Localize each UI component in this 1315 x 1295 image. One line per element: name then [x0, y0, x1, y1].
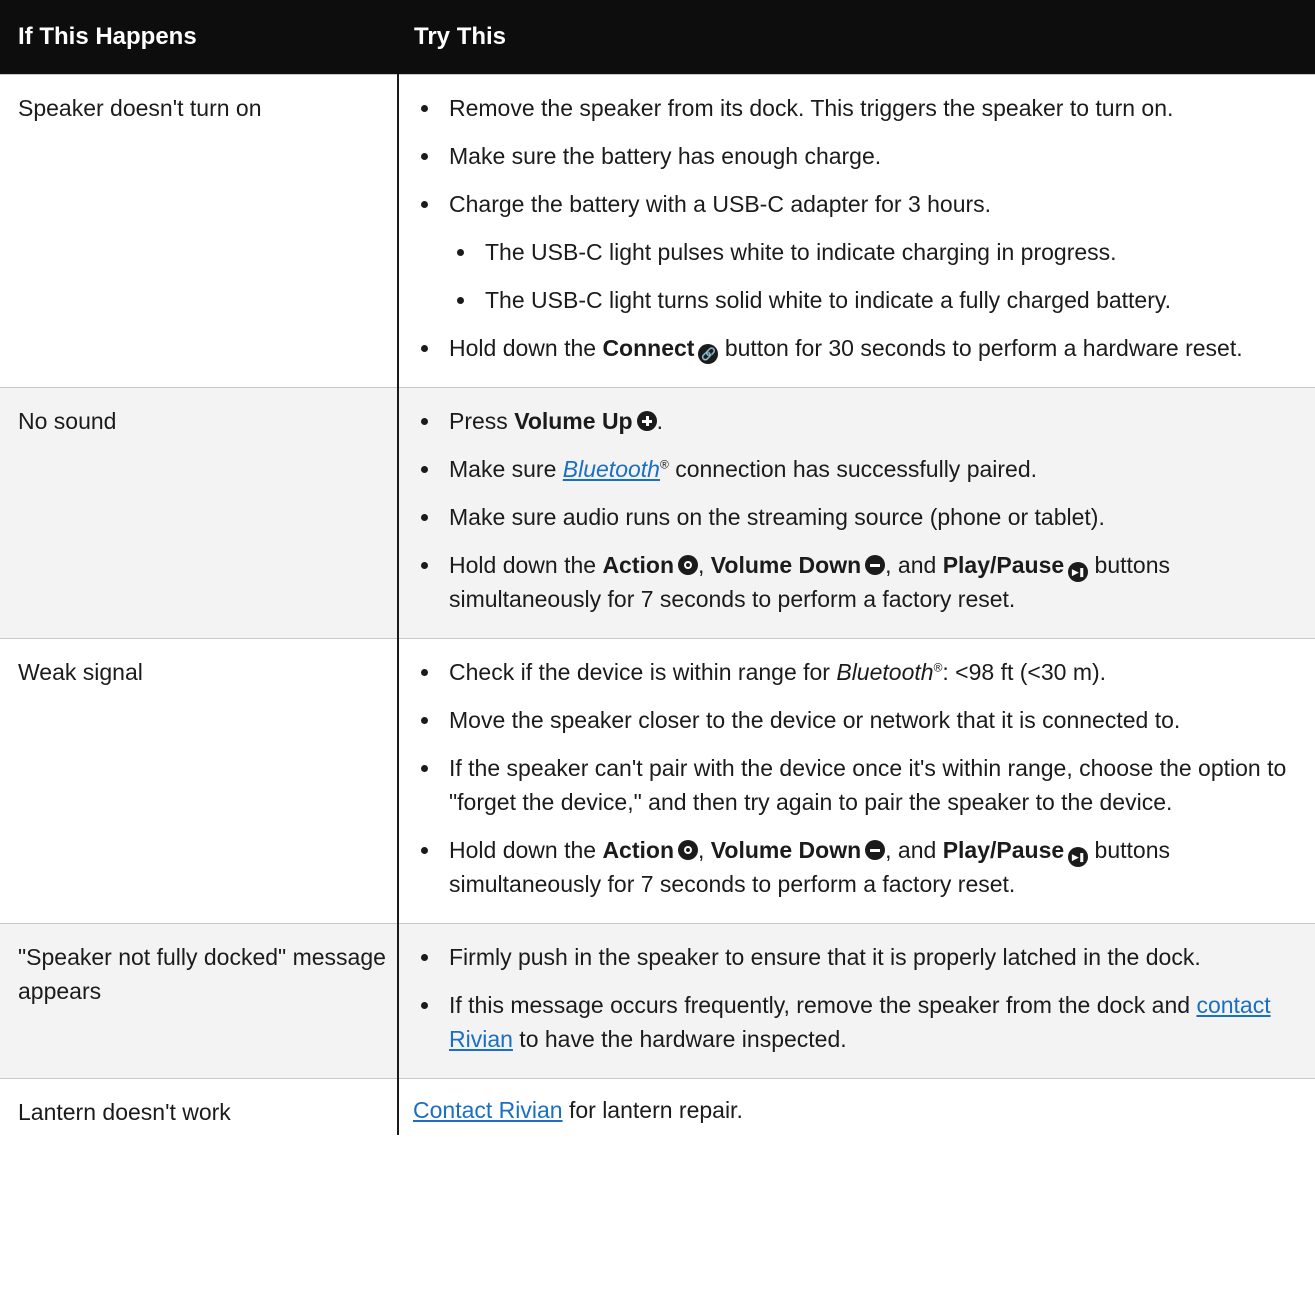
troubleshooting-table: If This Happens Try This Speaker doesn't… — [0, 0, 1315, 1135]
list-item: Make sure Bluetooth® connection has succ… — [413, 452, 1307, 486]
solution-list: Press Volume Up. Make sure Bluetooth® co… — [413, 404, 1307, 616]
text: . — [656, 408, 663, 434]
list-item: Press Volume Up. — [413, 404, 1307, 438]
issue-cell: "Speaker not fully docked" message appea… — [0, 923, 399, 1079]
text: , — [698, 837, 711, 863]
connect-label: Connect — [602, 335, 695, 361]
text: for lantern repair. — [562, 1097, 743, 1123]
volume-up-label: Volume Up — [514, 408, 633, 434]
table-row: Speaker doesn't turn on Remove the speak… — [0, 74, 1315, 388]
text: Press — [449, 408, 515, 434]
table-row: Lantern doesn't work Contact Rivian for … — [0, 1078, 1315, 1135]
solution-cell: Firmly push in the speaker to ensure tha… — [398, 923, 1315, 1079]
issue-cell: Weak signal — [0, 638, 399, 924]
list-item: Move the speaker closer to the device or… — [413, 703, 1307, 737]
issue-cell: Speaker doesn't turn on — [0, 74, 399, 388]
header-if-this-happens: If This Happens — [0, 0, 398, 75]
text: Hold down the — [449, 837, 603, 863]
volume-down-label: Volume Down — [710, 837, 862, 863]
table-row: No sound Press Volume Up. Make sure Blue… — [0, 387, 1315, 639]
sub-list-item: The USB-C light turns solid white to ind… — [413, 283, 1307, 317]
bluetooth-link[interactable]: Bluetooth — [563, 456, 660, 482]
text: , and — [885, 837, 943, 863]
plus-circle-icon — [636, 411, 657, 431]
volume-down-label: Volume Down — [710, 552, 862, 578]
text: , and — [885, 552, 943, 578]
solution-cell: Contact Rivian for lantern repair. — [398, 1078, 1315, 1135]
play-pause-circle-icon: ▶❚ — [1068, 562, 1089, 582]
list-item: Hold down the Action, Volume Down , and P… — [413, 548, 1307, 616]
text: to have the hardware inspected. — [512, 1026, 847, 1052]
text: button for 30 seconds to perform a hardw… — [718, 335, 1243, 361]
list-item: If this message occurs frequently, remov… — [413, 988, 1307, 1056]
sub-list-item: The USB-C light pulses white to indicate… — [413, 235, 1307, 269]
registered-mark: ® — [659, 457, 669, 472]
list-item: Check if the device is within range for … — [413, 655, 1307, 689]
list-item: Hold down the Connect 🔗 button for 30 sec… — [413, 331, 1307, 365]
list-item: Make sure the battery has enough charge. — [413, 139, 1307, 173]
play-pause-label: Play/Pause — [942, 552, 1065, 578]
text: Check if the device is within range for — [449, 659, 837, 685]
text: : <98 ft (<30 m). — [942, 659, 1107, 685]
list-item: Remove the speaker from its dock. This t… — [413, 91, 1307, 125]
text: Hold down the — [449, 552, 603, 578]
minus-circle-icon — [865, 840, 886, 860]
bluetooth-term: Bluetooth — [836, 659, 934, 685]
header-row: If This Happens Try This — [0, 0, 1315, 75]
issue-cell: Lantern doesn't work — [0, 1078, 399, 1135]
play-pause-circle-icon: ▶❚ — [1068, 847, 1089, 867]
list-item: If the speaker can't pair with the devic… — [413, 751, 1307, 819]
solution-list: Firmly push in the speaker to ensure tha… — [413, 940, 1307, 1056]
action-label: Action — [602, 552, 674, 578]
issue-cell: No sound — [0, 387, 399, 639]
table-row: Weak signal Check if the device is withi… — [0, 638, 1315, 924]
list-item: Charge the battery with a USB-C adapter … — [413, 187, 1307, 221]
solution-list: Remove the speaker from its dock. This t… — [413, 91, 1307, 365]
contact-rivian-link[interactable]: Contact Rivian — [413, 1097, 563, 1123]
text: Hold down the — [449, 335, 603, 361]
text: connection has successfully paired. — [668, 456, 1038, 482]
play-pause-label: Play/Pause — [942, 837, 1065, 863]
dot-circle-icon — [678, 555, 698, 575]
solution-cell: Remove the speaker from its dock. This t… — [398, 74, 1315, 388]
dot-circle-icon — [678, 840, 698, 860]
text: If this message occurs frequently, remov… — [449, 992, 1197, 1018]
table-row: "Speaker not fully docked" message appea… — [0, 923, 1315, 1079]
text: Make sure — [449, 456, 563, 482]
list-item: Hold down the Action, Volume Down , and P… — [413, 833, 1307, 901]
minus-circle-icon — [865, 555, 886, 575]
list-item: Make sure audio runs on the streaming so… — [413, 500, 1307, 534]
list-item: Firmly push in the speaker to ensure tha… — [413, 940, 1307, 974]
solution-cell: Check if the device is within range for … — [398, 638, 1315, 924]
text: , — [698, 552, 711, 578]
action-label: Action — [602, 837, 674, 863]
header-try-this: Try This — [398, 0, 1315, 75]
solution-list: Check if the device is within range for … — [413, 655, 1307, 901]
solution-cell: Press Volume Up. Make sure Bluetooth® co… — [398, 387, 1315, 639]
link-icon: 🔗 — [698, 344, 719, 364]
